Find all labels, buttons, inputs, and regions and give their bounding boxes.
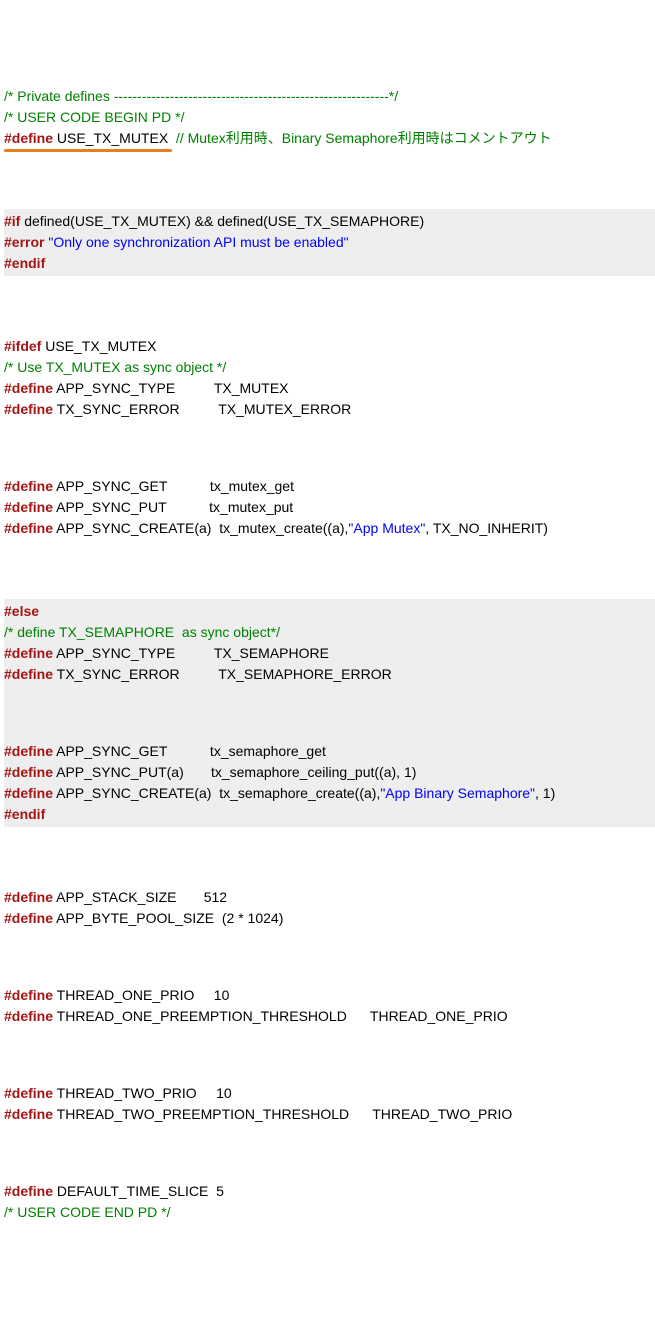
define-thread-two-preempt: THREAD_TWO_PREEMPTION_THRESHOLD THREAD_T…	[53, 1106, 512, 1122]
define-app-sync-type-mutex: APP_SYNC_TYPE TX_MUTEX	[53, 380, 288, 396]
define-app-sync-put-sem: APP_SYNC_PUT(a) tx_semaphore_ceiling_put…	[53, 764, 416, 780]
define-app-sync-type-sem: APP_SYNC_TYPE TX_SEMAPHORE	[53, 645, 329, 661]
directive-define: #define	[4, 520, 53, 536]
define-app-sync-create-mutex-2: , TX_NO_INHERIT)	[425, 520, 548, 536]
define-app-sync-create-sem-2: , 1)	[535, 785, 555, 801]
comment-mutex-jp: // Mutex利用時、Binary Semaphore利用時はコメントアウト	[172, 130, 552, 146]
comment-use-mutex: /* Use TX_MUTEX as sync object */	[4, 357, 655, 378]
directive-define: #define	[4, 380, 53, 396]
directive-define: #define	[4, 743, 53, 759]
directive-ifdef: #ifdef	[4, 338, 41, 354]
directive-define: #define	[4, 889, 53, 905]
directive-define: #define	[4, 785, 53, 801]
define-app-sync-put-mutex: APP_SYNC_PUT tx_mutex_put	[53, 499, 293, 515]
directive-define: #define	[4, 1183, 53, 1199]
comment-semaphore: /* define TX_SEMAPHORE as sync object*/	[4, 622, 655, 643]
define-tx-sync-error-mutex: TX_SYNC_ERROR TX_MUTEX_ERROR	[53, 401, 351, 417]
define-tx-sync-error-sem: TX_SYNC_ERROR TX_SEMAPHORE_ERROR	[53, 666, 392, 682]
directive-define: #define	[4, 645, 53, 661]
define-time-slice: DEFAULT_TIME_SLICE 5	[53, 1183, 224, 1199]
string-app-semaphore: "App Binary Semaphore"	[380, 785, 535, 801]
error-string: "Only one synchronization API must be en…	[44, 234, 348, 250]
directive-endif-2: #endif	[4, 804, 655, 825]
comment-user-code-begin: /* USER CODE BEGIN PD */	[4, 107, 655, 128]
directive-else: #else	[4, 601, 655, 622]
comment-private-defines: /* Private defines ---------------------…	[4, 86, 655, 107]
define-thread-two-prio: THREAD_TWO_PRIO 10	[53, 1085, 232, 1101]
define-thread-one-prio: THREAD_ONE_PRIO 10	[53, 987, 229, 1003]
define-app-sync-create-mutex-1: APP_SYNC_CREATE(a) tx_mutex_create((a),	[53, 520, 348, 536]
string-app-mutex: "App Mutex"	[348, 520, 425, 536]
directive-define: #define	[4, 130, 53, 146]
directive-define: #define	[4, 478, 53, 494]
directive-define: #define	[4, 1106, 53, 1122]
directive-define: #define	[4, 666, 53, 682]
directive-define: #define	[4, 987, 53, 1003]
directive-if: #if	[4, 213, 20, 229]
block-error-check: #if defined(USE_TX_MUTEX) && defined(USE…	[4, 209, 655, 276]
define-byte-pool: APP_BYTE_POOL_SIZE (2 * 1024)	[53, 910, 283, 926]
define-stack-size: APP_STACK_SIZE 512	[53, 889, 227, 905]
directive-define: #define	[4, 764, 53, 780]
define-app-sync-get-sem: APP_SYNC_GET tx_semaphore_get	[53, 743, 326, 759]
directive-define: #define	[4, 910, 53, 926]
highlight-underline	[4, 149, 172, 152]
directive-endif-1: #endif	[4, 253, 655, 274]
define-app-sync-create-sem-1: APP_SYNC_CREATE(a) tx_semaphore_create((…	[53, 785, 380, 801]
directive-define: #define	[4, 401, 53, 417]
define-thread-one-preempt: THREAD_ONE_PREEMPTION_THRESHOLD THREAD_O…	[53, 1008, 508, 1024]
directive-define: #define	[4, 1008, 53, 1024]
macro-use-tx-mutex: USE_TX_MUTEX	[53, 130, 172, 146]
define-app-sync-get-mutex: APP_SYNC_GET tx_mutex_get	[53, 478, 294, 494]
directive-error: #error	[4, 234, 44, 250]
directive-define: #define	[4, 499, 53, 515]
if-condition: defined(USE_TX_MUTEX) && defined(USE_TX_…	[20, 213, 424, 229]
ifdef-macro: USE_TX_MUTEX	[41, 338, 156, 354]
block-else-semaphore: #else/* define TX_SEMAPHORE as sync obje…	[4, 599, 655, 827]
comment-user-code-end: /* USER CODE END PD */	[4, 1202, 655, 1223]
directive-define: #define	[4, 1085, 53, 1101]
define-use-tx-mutex: #define USE_TX_MUTEX // Mutex利用時、Binary …	[4, 128, 655, 149]
